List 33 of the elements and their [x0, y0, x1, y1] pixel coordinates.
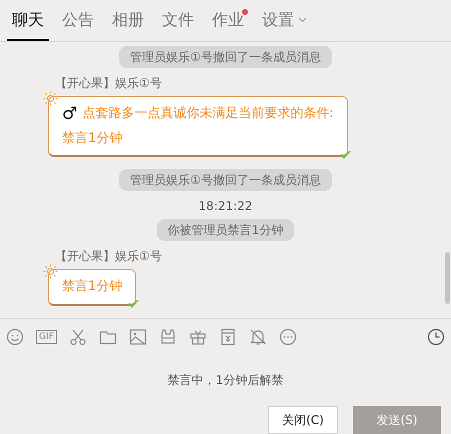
sun-icon — [43, 91, 58, 106]
clock-icon[interactable] — [427, 328, 445, 346]
emoji-icon[interactable] — [6, 328, 24, 346]
check-leaf-icon — [338, 150, 352, 160]
tab[interactable]: 作业 — [207, 1, 249, 41]
more-icon[interactable] — [278, 328, 297, 346]
check-leaf-icon — [127, 298, 140, 308]
bell-muted-icon[interactable] — [248, 328, 267, 346]
system-notice: 管理员娱乐①号撤回了一条成员消息 — [119, 169, 332, 191]
message-text: 禁言1分钟 — [62, 130, 122, 148]
send-button[interactable]: 发送(S) — [353, 406, 441, 434]
system-notice: 你被管理员禁言1分钟 — [156, 219, 294, 241]
mute-notice: 禁言中，1分钟后解禁 — [168, 372, 284, 389]
tab[interactable]: 公告 — [57, 1, 99, 41]
timestamp: 18:21:22 — [198, 198, 252, 215]
close-button[interactable]: 关闭(C) — [268, 406, 338, 434]
message-text: 禁言1分钟 — [62, 278, 122, 296]
tab[interactable]: 文件 — [157, 1, 199, 41]
tab[interactable]: 相册 — [107, 1, 149, 41]
scissors-icon[interactable] — [68, 328, 87, 346]
image-icon[interactable] — [128, 328, 147, 346]
male-symbol: ♂ — [62, 104, 78, 123]
gif-button[interactable]: GIF — [36, 330, 57, 344]
scrollbar[interactable] — [445, 252, 450, 304]
message-text: 点套路多一点真诚你未满足当前要求的条件: — [82, 105, 334, 123]
sender-name: 【开心果】娱乐①号 — [55, 75, 162, 92]
gift-icon[interactable] — [188, 328, 207, 346]
sender-name: 【开心果】娱乐①号 — [55, 248, 162, 265]
sun-icon — [43, 264, 58, 279]
tab[interactable]: 聊天 — [7, 1, 49, 41]
system-notice: 管理员娱乐①号撤回了一条成员消息 — [119, 46, 332, 68]
yen-envelope-icon[interactable] — [218, 328, 237, 346]
tab[interactable]: 设置 — [257, 1, 312, 41]
